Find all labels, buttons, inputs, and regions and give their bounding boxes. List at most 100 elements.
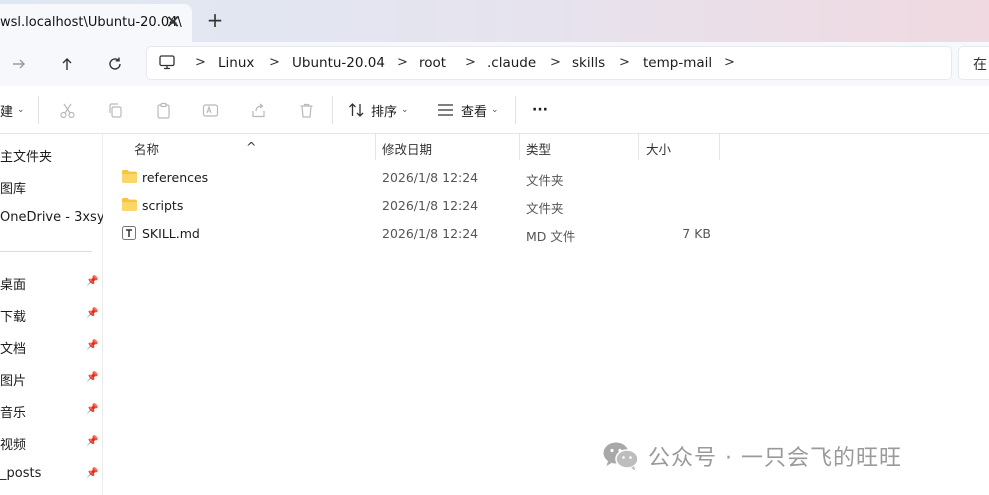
file-name: references: [142, 170, 209, 185]
sort-label: 排序: [371, 104, 398, 120]
list-view-icon: [438, 104, 453, 116]
sidebar-item-desktop[interactable]: 桌面 📌: [0, 271, 102, 295]
more-icon: ···: [532, 102, 548, 118]
chevron-right-icon[interactable]: >: [465, 55, 476, 70]
file-date: 2026/1/8 12:24: [382, 170, 479, 185]
divider: [38, 96, 39, 124]
breadcrumb-temp-mail[interactable]: temp-mail: [643, 55, 712, 71]
file-row-references[interactable]: references 2026/1/8 12:24 文件夹: [103, 165, 723, 191]
breadcrumb-ubuntu[interactable]: Ubuntu-20.04: [292, 55, 385, 71]
file-name: SKILL.md: [142, 226, 200, 241]
sidebar-item-documents[interactable]: 文档 📌: [0, 335, 102, 359]
file-row-skill-md[interactable]: SKILL.md 2026/1/8 12:24 MD 文件 7 KB: [103, 221, 723, 247]
chevron-right-icon[interactable]: >: [724, 55, 735, 70]
sidebar-item-label: 桌面: [0, 278, 27, 293]
divider: [332, 96, 333, 124]
trash-icon: [300, 103, 312, 118]
chevron-down-icon: ⌄: [17, 105, 25, 115]
arrow-right-icon: [13, 59, 25, 69]
watermark: 公众号 · 一只会飞的旺旺: [602, 438, 902, 474]
pin-icon: 📌: [86, 340, 99, 351]
command-bar: 建 ⌄ 排序 ⌄ 查看 ⌄ ···: [0, 86, 989, 134]
sidebar-item-pictures[interactable]: 图片 📌: [0, 367, 102, 391]
paste-button[interactable]: [152, 98, 174, 122]
file-size: 7 KB: [682, 226, 711, 241]
sidebar-item-label: 下载: [0, 310, 27, 325]
tab-title: wsl.localhost\Ubuntu-20.04\: [0, 15, 182, 30]
chevron-right-icon[interactable]: >: [550, 55, 561, 70]
sidebar-item-label: 视频: [0, 438, 27, 453]
column-header-label: 修改日期: [382, 142, 433, 157]
tab-close-icon[interactable]: ✕: [162, 12, 184, 34]
view-button[interactable]: 查看 ⌄: [437, 98, 499, 122]
refresh-icon: [109, 57, 121, 70]
file-type: 文件夹: [526, 173, 564, 188]
sidebar-item-label: 图库: [0, 182, 27, 197]
sidebar-item-label: _posts: [0, 466, 42, 481]
share-button[interactable]: [247, 98, 269, 122]
file-date: 2026/1/8 12:24: [382, 226, 479, 241]
pin-icon: 📌: [86, 276, 99, 287]
column-header-label: 大小: [646, 142, 672, 157]
sidebar-item-music[interactable]: 音乐 📌: [0, 399, 102, 423]
sidebar-item-label: 主文件夹: [0, 150, 53, 165]
up-button[interactable]: [54, 51, 80, 77]
file-type: 文件夹: [526, 201, 564, 216]
sidebar-item-label: 文档: [0, 342, 27, 357]
file-name: scripts: [142, 198, 184, 213]
breadcrumb-root[interactable]: root: [419, 55, 446, 71]
chevron-right-icon[interactable]: >: [269, 55, 280, 70]
chevron-up-icon: ^: [246, 139, 257, 154]
file-date: 2026/1/8 12:24: [382, 198, 479, 213]
file-row-scripts[interactable]: scripts 2026/1/8 12:24 文件夹: [103, 193, 723, 219]
chevron-right-icon[interactable]: >: [397, 55, 408, 70]
sidebar-item-videos[interactable]: 视频 📌: [0, 431, 102, 455]
address-bar[interactable]: > Linux > Ubuntu-20.04 > root > .claude …: [146, 46, 952, 80]
sidebar-item-gallery[interactable]: 图库: [0, 175, 102, 199]
scissors-icon: [59, 103, 75, 118]
column-divider[interactable]: [719, 134, 720, 160]
text-file-icon: [122, 226, 136, 240]
column-header-name[interactable]: 名称 ^: [103, 134, 375, 160]
share-icon: [251, 103, 265, 117]
breadcrumb-claude[interactable]: .claude: [487, 55, 536, 71]
navigation-pane: 主文件夹 图库 OneDrive - 3xsym 桌面 📌 下载 📌 文档 📌 …: [0, 134, 117, 495]
search-input[interactable]: 在: [958, 46, 989, 80]
sidebar-item-label: 音乐: [0, 406, 27, 421]
new-button[interactable]: 建 ⌄: [0, 98, 25, 122]
breadcrumb-skills[interactable]: skills: [572, 55, 605, 71]
chevron-down-icon: ⌄: [401, 105, 409, 115]
sidebar-item-posts[interactable]: _posts 📌: [0, 463, 102, 487]
sort-button[interactable]: 排序 ⌄: [348, 98, 409, 122]
chevron-right-icon[interactable]: >: [619, 55, 630, 70]
divider: [515, 96, 516, 124]
chevron-right-icon[interactable]: >: [195, 55, 206, 70]
rename-icon: [202, 103, 218, 117]
folder-icon: [122, 198, 137, 211]
rename-button[interactable]: [199, 98, 221, 122]
column-header-size[interactable]: 大小: [639, 134, 719, 160]
pin-icon: 📌: [86, 404, 99, 415]
copy-icon: [108, 102, 122, 118]
column-header-label: 类型: [526, 142, 552, 157]
sidebar-item-downloads[interactable]: 下载 📌: [0, 303, 102, 327]
cut-button[interactable]: [56, 98, 78, 122]
more-button[interactable]: ···: [529, 98, 551, 122]
search-hint: 在: [973, 57, 987, 73]
column-header-type[interactable]: 类型: [520, 134, 638, 160]
tab-current[interactable]: wsl.localhost\Ubuntu-20.04\ ✕: [0, 4, 192, 42]
new-button-label: 建: [0, 104, 14, 120]
column-header-date[interactable]: 修改日期: [376, 134, 519, 160]
copy-button[interactable]: [104, 98, 126, 122]
arrow-up-icon: [62, 58, 72, 70]
sidebar-item-onedrive[interactable]: OneDrive - 3xsym: [0, 207, 117, 231]
sidebar-item-label: OneDrive - 3xsym: [0, 210, 118, 225]
sidebar-item-home[interactable]: 主文件夹: [0, 143, 102, 167]
sidebar-divider: [0, 251, 92, 252]
refresh-button[interactable]: [102, 51, 128, 77]
breadcrumb-linux[interactable]: Linux: [218, 55, 254, 71]
new-tab-button[interactable]: +: [204, 9, 226, 31]
delete-button[interactable]: [295, 98, 317, 122]
folder-icon: [122, 170, 137, 183]
forward-button[interactable]: [6, 51, 32, 77]
